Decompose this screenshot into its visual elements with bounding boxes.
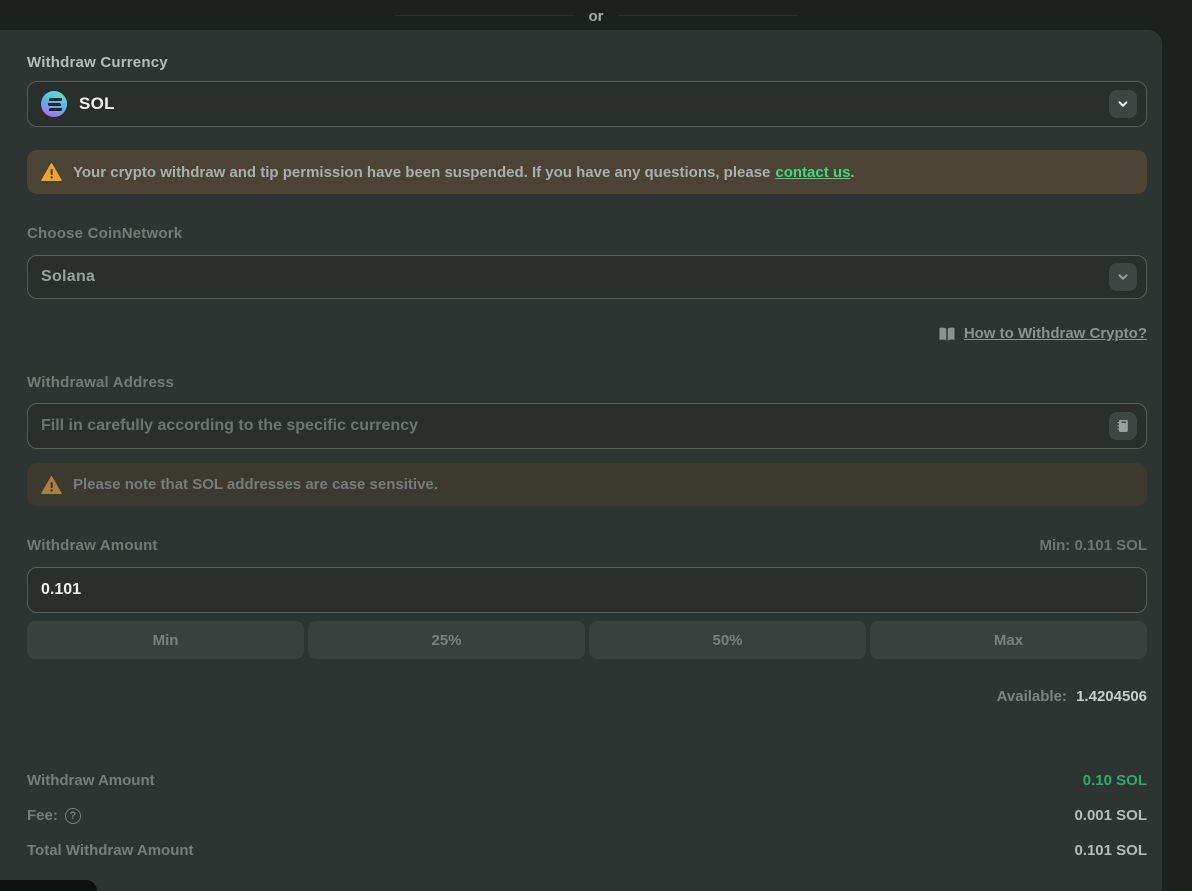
warning-triangle-icon: [41, 162, 62, 182]
or-divider-right: [618, 15, 798, 16]
chevron-down-icon: [1116, 270, 1130, 284]
summary-total-label: Total Withdraw Amount: [27, 842, 194, 859]
withdrawal-address-field[interactable]: [27, 403, 1147, 449]
withdraw-panel: Withdraw Currency SOL Your crypto withdr…: [0, 30, 1162, 891]
or-divider-label: or: [575, 8, 618, 25]
how-to-withdraw-link[interactable]: How to Withdraw Crypto?: [938, 325, 1147, 342]
summary-total-value: 0.101 SOL: [1074, 842, 1147, 859]
suspension-warning-period: .: [850, 164, 854, 181]
summary-row-fee: Fee: ? 0.001 SOL: [27, 798, 1147, 833]
network-dropdown-button[interactable]: [1109, 263, 1137, 291]
summary-withdraw-amount-value: 0.10 SOL: [1083, 772, 1147, 789]
withdraw-amount-input[interactable]: [41, 581, 1137, 599]
quick-amount-50-button[interactable]: 50%: [589, 621, 866, 659]
quick-amount-min-button[interactable]: Min: [27, 621, 304, 659]
address-case-warning-text: Please note that SOL addresses are case …: [73, 476, 438, 493]
or-divider-left: [395, 15, 575, 16]
suspension-warning-banner: Your crypto withdraw and tip permission …: [27, 150, 1147, 194]
solana-coin-icon: [41, 91, 67, 117]
withdraw-currency-value: SOL: [79, 94, 115, 114]
warning-triangle-icon: [41, 475, 62, 495]
book-icon: [938, 326, 956, 342]
summary-row-withdraw-amount: Withdraw Amount 0.10 SOL: [27, 763, 1147, 798]
summary-fee-value: 0.001 SOL: [1074, 807, 1147, 824]
suspension-warning-text: Your crypto withdraw and tip permission …: [73, 164, 770, 181]
currency-dropdown-button[interactable]: [1109, 90, 1137, 118]
withdraw-amount-label: Withdraw Amount: [27, 537, 158, 554]
address-book-button[interactable]: [1109, 412, 1137, 440]
summary-fee-label: Fee:: [27, 807, 58, 824]
withdrawal-address-label: Withdrawal Address: [27, 374, 1147, 391]
withdrawal-address-input[interactable]: [41, 417, 1109, 435]
network-select[interactable]: Solana: [27, 255, 1147, 299]
summary-row-total: Total Withdraw Amount 0.101 SOL: [27, 833, 1147, 868]
bottom-corner-widget: [0, 880, 97, 891]
withdraw-summary: Withdraw Amount 0.10 SOL Fee: ? 0.001 SO…: [27, 763, 1147, 868]
address-case-warning-banner: Please note that SOL addresses are case …: [27, 463, 1147, 506]
withdraw-currency-label: Withdraw Currency: [27, 54, 1147, 71]
summary-withdraw-amount-label: Withdraw Amount: [27, 772, 155, 789]
fee-help-icon[interactable]: ?: [65, 808, 81, 824]
withdraw-currency-select[interactable]: SOL: [27, 81, 1147, 127]
network-value: Solana: [41, 268, 95, 286]
choose-network-label: Choose CoinNetwork: [27, 225, 1147, 242]
how-to-withdraw-label: How to Withdraw Crypto?: [964, 325, 1147, 342]
chevron-down-icon: [1116, 97, 1130, 111]
quick-amount-25-button[interactable]: 25%: [308, 621, 585, 659]
min-amount-label: Min: 0.101 SOL: [1039, 537, 1147, 554]
available-value: 1.4204506: [1076, 688, 1147, 705]
quick-amount-max-button[interactable]: Max: [870, 621, 1147, 659]
modal-top-bar: or: [0, 0, 1192, 30]
available-label: Available:: [997, 688, 1067, 705]
contact-us-link[interactable]: contact us: [775, 164, 850, 181]
withdraw-amount-field[interactable]: [27, 567, 1147, 613]
address-book-icon: [1115, 418, 1131, 434]
